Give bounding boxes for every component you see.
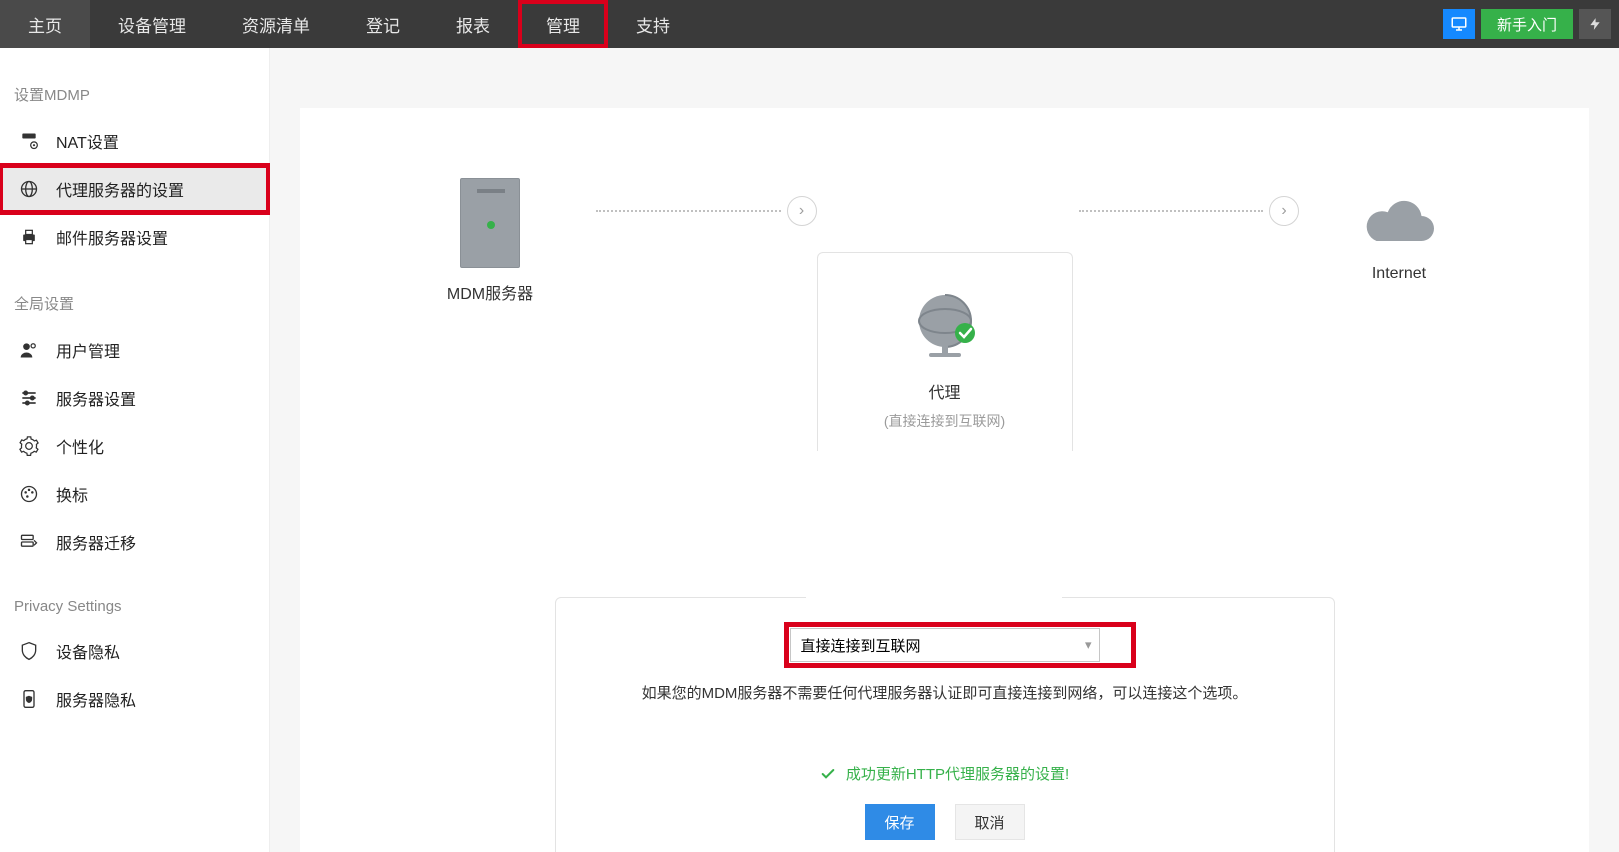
cloud-icon (1359, 199, 1439, 253)
connection-type-select[interactable]: 直接连接到互联网 (790, 628, 1100, 662)
nav-support[interactable]: 支持 (608, 0, 698, 48)
sidebar-item-label: 个性化 (56, 434, 104, 458)
palette-icon (18, 483, 40, 505)
shield-icon (18, 640, 40, 662)
sidebar-section-mdmp: 设置MDMP (0, 76, 269, 117)
arrow-right-icon: › (1269, 196, 1299, 226)
gear-icon (18, 435, 40, 457)
config-panel: 直接连接到互联网 ▾ 如果您的MDM服务器不需要任何代理服务器认证即可直接连接到… (555, 597, 1335, 852)
arrow-right-icon: › (787, 196, 817, 226)
dotted-line-left (596, 210, 781, 212)
diagram-node-server: MDM服务器 (390, 178, 590, 304)
device-shield-icon (18, 688, 40, 710)
jumpstart-button[interactable]: 新手入门 (1481, 9, 1573, 39)
sidebar-section-privacy: Privacy Settings (0, 590, 269, 627)
proxy-sublabel: (直接连接到互联网) (884, 411, 1005, 431)
sidebar-item-label: 服务器迁移 (56, 530, 136, 554)
server-move-icon (18, 531, 40, 553)
helper-text: 如果您的MDM服务器不需要任何代理服务器认证即可直接连接到网络，可以连接这个选项… (642, 682, 1248, 703)
sidebar-item-device-privacy[interactable]: 设备隐私 (0, 627, 269, 675)
proxy-tab: 代理 (直接连接到互联网) (817, 252, 1073, 451)
sliders-icon (18, 387, 40, 409)
success-message: 成功更新HTTP代理服务器的设置! (820, 763, 1069, 784)
sidebar-item-proxy[interactable]: 代理服务器的设置 (0, 165, 269, 213)
sidebar-item-personalize[interactable]: 个性化 (0, 422, 269, 470)
sidebar-item-label: 服务器设置 (56, 386, 136, 410)
sidebar-item-server-privacy[interactable]: 服务器隐私 (0, 675, 269, 723)
nav-devices[interactable]: 设备管理 (90, 0, 214, 48)
proxy-label: 代理 (928, 379, 960, 403)
proxy-globe-icon (905, 287, 985, 367)
nav-admin[interactable]: 管理 (518, 0, 608, 48)
sidebar-item-server-settings[interactable]: 服务器设置 (0, 374, 269, 422)
cancel-button[interactable]: 取消 (955, 804, 1025, 840)
top-nav-right: 新手入门 (1443, 0, 1619, 48)
save-button[interactable]: 保存 (865, 804, 935, 840)
nav-reports[interactable]: 报表 (428, 0, 518, 48)
main-content: MDM服务器 › › Internet (270, 48, 1619, 852)
action-buttons: 保存 取消 (865, 804, 1025, 840)
sidebar-item-migration[interactable]: 服务器迁移 (0, 518, 269, 566)
sidebar-item-label: 邮件服务器设置 (56, 225, 168, 249)
success-text: 成功更新HTTP代理服务器的设置! (846, 763, 1069, 784)
sidebar-section-global: 全局设置 (0, 285, 269, 326)
sidebar-item-label: NAT设置 (56, 129, 119, 153)
dotted-line-right (1079, 210, 1264, 212)
internet-label: Internet (1372, 265, 1426, 283)
sidebar-item-label: 换标 (56, 482, 88, 506)
page-body: 设置MDMP NAT设置 代理服务器的设置 邮件服务器设置 全局设置 用户管理 … (0, 48, 1619, 852)
proxy-stack: 代理 (直接连接到互联网) (817, 252, 1073, 451)
lightning-icon (1588, 15, 1602, 33)
sidebar: 设置MDMP NAT设置 代理服务器的设置 邮件服务器设置 全局设置 用户管理 … (0, 48, 270, 852)
top-nav-left: 主页 设备管理 资源清单 登记 报表 管理 支持 (0, 0, 698, 48)
printer-icon (18, 226, 40, 248)
sidebar-item-rebrand[interactable]: 换标 (0, 470, 269, 518)
lightning-icon-button[interactable] (1579, 9, 1611, 39)
nav-enroll[interactable]: 登记 (338, 0, 428, 48)
globe-icon (18, 178, 40, 200)
nav-inventory[interactable]: 资源清单 (214, 0, 338, 48)
nav-spacer (698, 0, 1443, 48)
top-nav: 主页 设备管理 资源清单 登记 报表 管理 支持 新手入门 (0, 0, 1619, 48)
sidebar-item-mail[interactable]: 邮件服务器设置 (0, 213, 269, 261)
server-icon (460, 178, 520, 268)
screen-share-icon-button[interactable] (1443, 9, 1475, 39)
server-cog-icon (18, 130, 40, 152)
diagram-node-internet: Internet (1299, 199, 1499, 283)
sidebar-item-users[interactable]: 用户管理 (0, 326, 269, 374)
check-icon (820, 766, 836, 782)
nav-home[interactable]: 主页 (0, 0, 90, 48)
select-wrap: 直接连接到互联网 ▾ (790, 628, 1100, 662)
screen-icon (1450, 15, 1468, 33)
sidebar-item-nat[interactable]: NAT设置 (0, 117, 269, 165)
diagram-card: MDM服务器 › › Internet (300, 108, 1589, 852)
user-icon (18, 339, 40, 361)
sidebar-item-label: 服务器隐私 (56, 687, 136, 711)
sidebar-item-label: 设备隐私 (56, 639, 120, 663)
sidebar-item-label: 代理服务器的设置 (56, 177, 184, 201)
sidebar-item-label: 用户管理 (56, 338, 120, 362)
server-label: MDM服务器 (447, 280, 533, 304)
